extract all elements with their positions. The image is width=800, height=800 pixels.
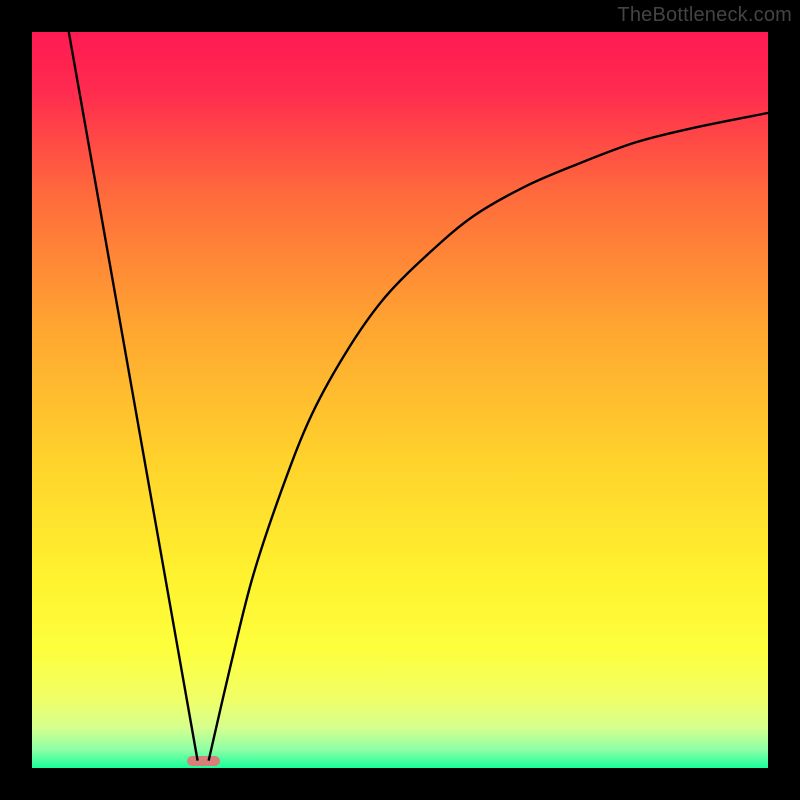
plot-area [32,32,768,768]
watermark: TheBottleneck.com [617,4,792,27]
chart-frame: TheBottleneck.com [0,0,800,800]
bottleneck-curve [32,32,768,768]
